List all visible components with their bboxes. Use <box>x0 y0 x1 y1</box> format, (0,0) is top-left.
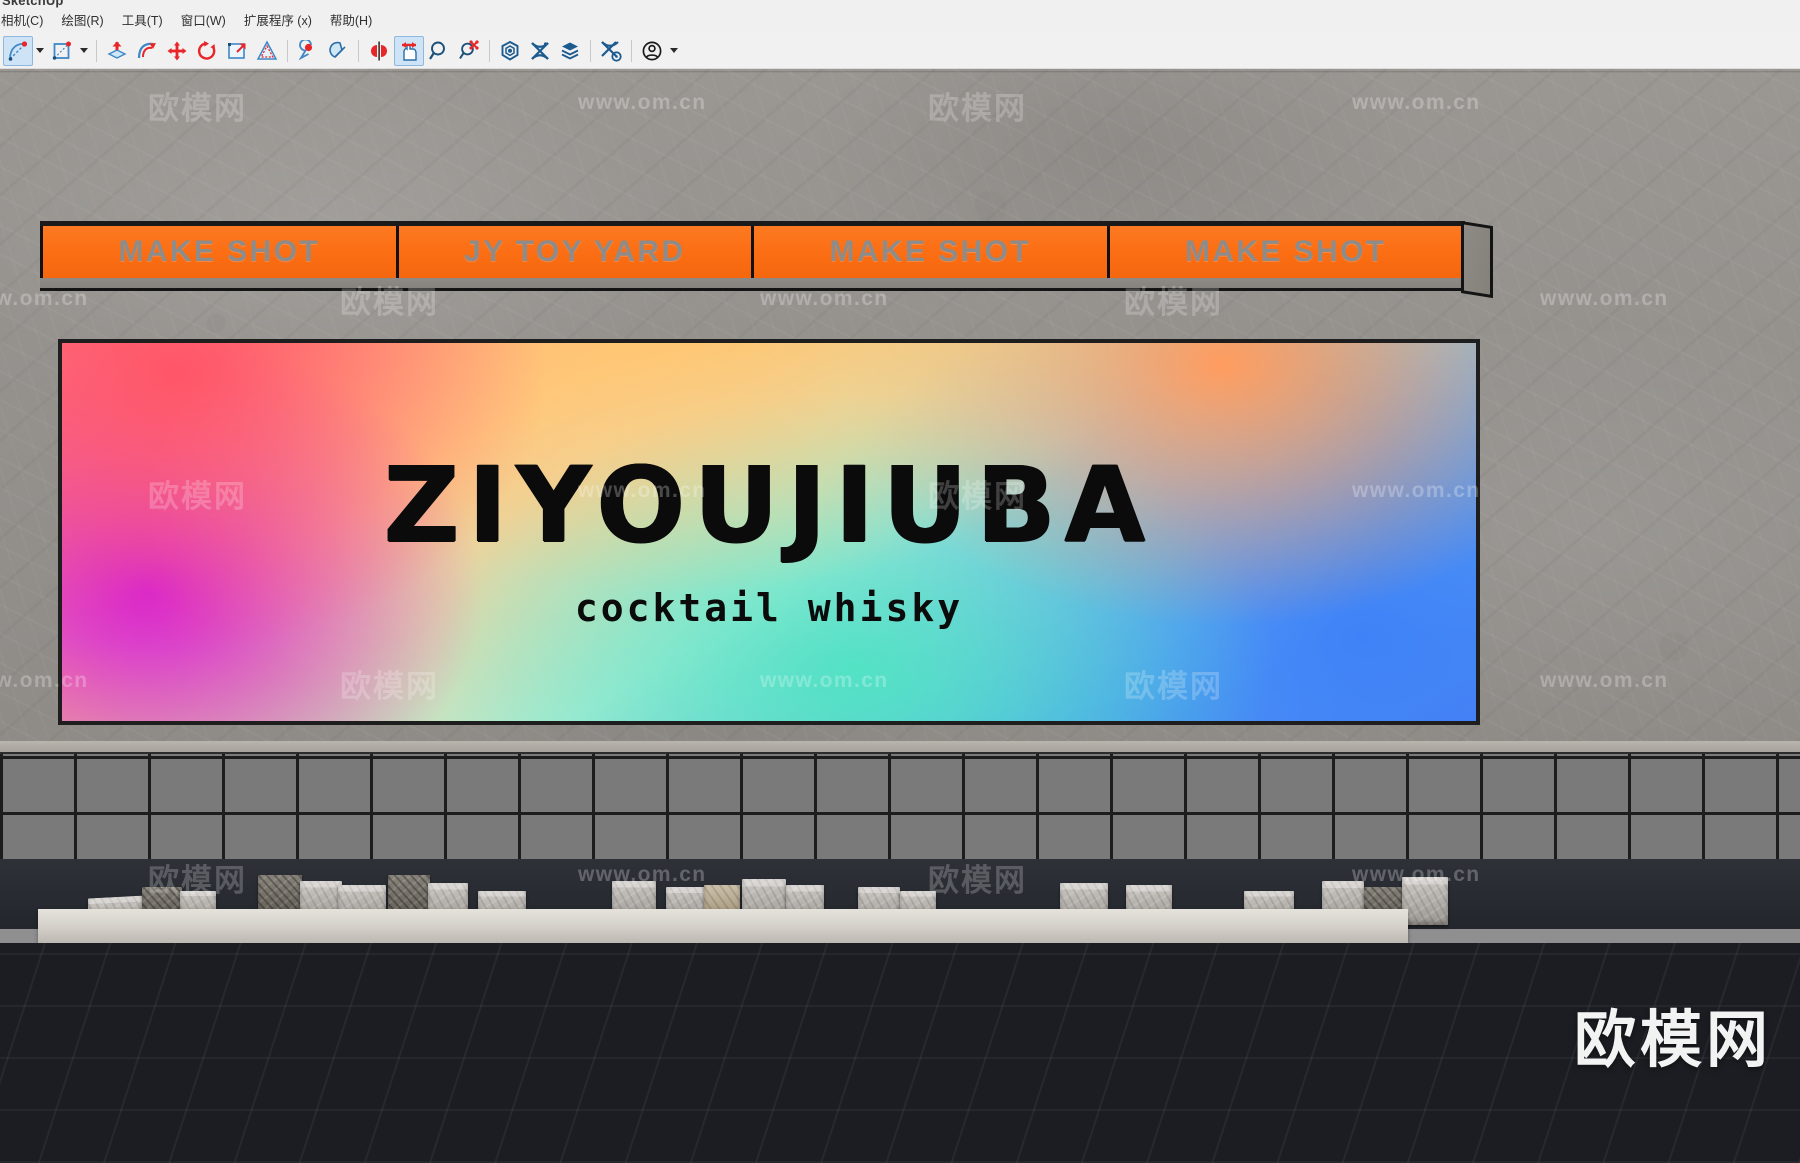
menu-item-draw[interactable]: 绘图(R) <box>52 11 112 32</box>
stone-block <box>1402 877 1448 925</box>
eraser-button[interactable] <box>323 36 353 66</box>
move-icon <box>166 40 188 62</box>
component-icon <box>499 40 521 62</box>
corner-watermark: 欧模网 <box>1573 1006 1772 1075</box>
sign-panel-4[interactable]: MAKE SHOT <box>1109 226 1465 278</box>
mesh-smooth-icon <box>529 40 551 62</box>
offset-button[interactable] <box>252 36 282 66</box>
sign-band-depth-edge <box>40 278 1465 291</box>
menu-item-extensions[interactable]: 扩展程序 (x) <box>235 11 321 32</box>
scale-icon <box>226 40 248 62</box>
sign-panel-label: MAKE SHOT <box>118 235 321 268</box>
zoom-extents-icon <box>458 39 480 62</box>
sign-panel-label: MAKE SHOT <box>829 235 1032 268</box>
push-pull-button[interactable] <box>102 36 132 66</box>
menu-item-window[interactable]: 窗口(W) <box>172 11 235 32</box>
tile-wall-cap <box>0 741 1800 754</box>
tile-grid <box>0 754 1800 871</box>
sign-panel-label: MAKE SHOT <box>1184 235 1387 268</box>
led-gradient-sign[interactable]: ZIYOUJIUBA cocktail whisky <box>58 339 1480 725</box>
zoom-extents-button[interactable] <box>454 36 484 66</box>
chevron-down-icon <box>670 48 678 53</box>
move-button[interactable] <box>162 36 192 66</box>
model-viewport[interactable]: MAKE SHOT JY TOY YARD MAKE SHOT MAKE SHO… <box>0 69 1800 1163</box>
sign-panel-2[interactable]: JY TOY YARD <box>398 226 754 278</box>
mesh-settings-icon <box>600 40 622 62</box>
rotate-icon <box>196 40 218 62</box>
follow-me-icon <box>136 40 158 62</box>
paint-bucket-button[interactable] <box>293 36 323 66</box>
toolbar-separator <box>631 39 632 62</box>
menu-item-tools[interactable]: 工具(T) <box>113 11 172 32</box>
orange-sign-band[interactable]: MAKE SHOT JY TOY YARD MAKE SHOT MAKE SHO… <box>40 221 1493 299</box>
follow-me-button[interactable] <box>132 36 162 66</box>
toolbar-separator <box>358 39 359 62</box>
account-button[interactable] <box>637 36 667 66</box>
title-bar: SketchUp <box>0 0 1800 10</box>
layers-stack-button[interactable] <box>555 36 585 66</box>
zoom-button[interactable] <box>424 36 454 66</box>
menu-item-help[interactable]: 帮助(H) <box>321 11 381 32</box>
window-title: SketchUp <box>2 0 64 8</box>
scale-button[interactable] <box>222 36 252 66</box>
rectangle-tool-dropdown[interactable] <box>77 36 91 66</box>
display-ledge <box>38 909 1408 943</box>
toolbar-separator <box>590 39 591 62</box>
account-icon <box>641 40 663 62</box>
led-sign-title: ZIYOUJIUBA <box>383 444 1155 566</box>
grab-pan-icon <box>398 40 420 62</box>
rectangle-tool-button[interactable] <box>47 36 77 66</box>
sign-panel-label: JY TOY YARD <box>463 235 686 268</box>
wall-seam <box>0 71 1800 73</box>
mirror-button[interactable] <box>364 36 394 66</box>
grab-pan-button[interactable] <box>394 35 424 66</box>
sign-band-right-cap <box>1461 221 1493 299</box>
mirror-icon <box>368 40 390 62</box>
eraser-icon <box>327 40 349 62</box>
component-button[interactable] <box>495 36 525 66</box>
push-pull-icon <box>106 40 128 62</box>
sign-panel-1[interactable]: MAKE SHOT <box>40 226 399 278</box>
floor <box>0 943 1800 1163</box>
menu-bar: 相机(C) 绘图(R) 工具(T) 窗口(W) 扩展程序 (x) 帮助(H) <box>0 10 1800 33</box>
chevron-down-icon <box>80 48 88 53</box>
arc-tool-button[interactable] <box>3 35 33 66</box>
arc-tool-icon <box>7 40 29 62</box>
account-dropdown[interactable] <box>667 36 681 66</box>
tiled-wall <box>0 741 1800 871</box>
led-sign-subtitle: cocktail whisky <box>574 586 964 630</box>
main-toolbar <box>0 33 1800 69</box>
sketchup-window: SketchUp 相机(C) 绘图(R) 工具(T) 窗口(W) 扩展程序 (x… <box>0 0 1800 1163</box>
rectangle-tool-icon <box>51 40 73 62</box>
sign-panels: MAKE SHOT JY TOY YARD MAKE SHOT MAKE SHO… <box>40 226 1465 278</box>
toolbar-separator <box>287 39 288 62</box>
toolbar-separator <box>96 39 97 62</box>
mesh-smooth-button[interactable] <box>525 36 555 66</box>
rotate-button[interactable] <box>192 36 222 66</box>
menu-item-camera[interactable]: 相机(C) <box>0 11 52 32</box>
layers-stack-icon <box>559 40 581 62</box>
sign-panel-3[interactable]: MAKE SHOT <box>754 226 1110 278</box>
chevron-down-icon <box>36 48 44 53</box>
paint-bucket-icon <box>297 39 319 62</box>
toolbar-separator <box>489 39 490 62</box>
offset-icon <box>256 39 278 62</box>
zoom-icon <box>428 40 450 62</box>
arc-tool-dropdown[interactable] <box>33 36 47 66</box>
mesh-settings-button[interactable] <box>596 36 626 66</box>
